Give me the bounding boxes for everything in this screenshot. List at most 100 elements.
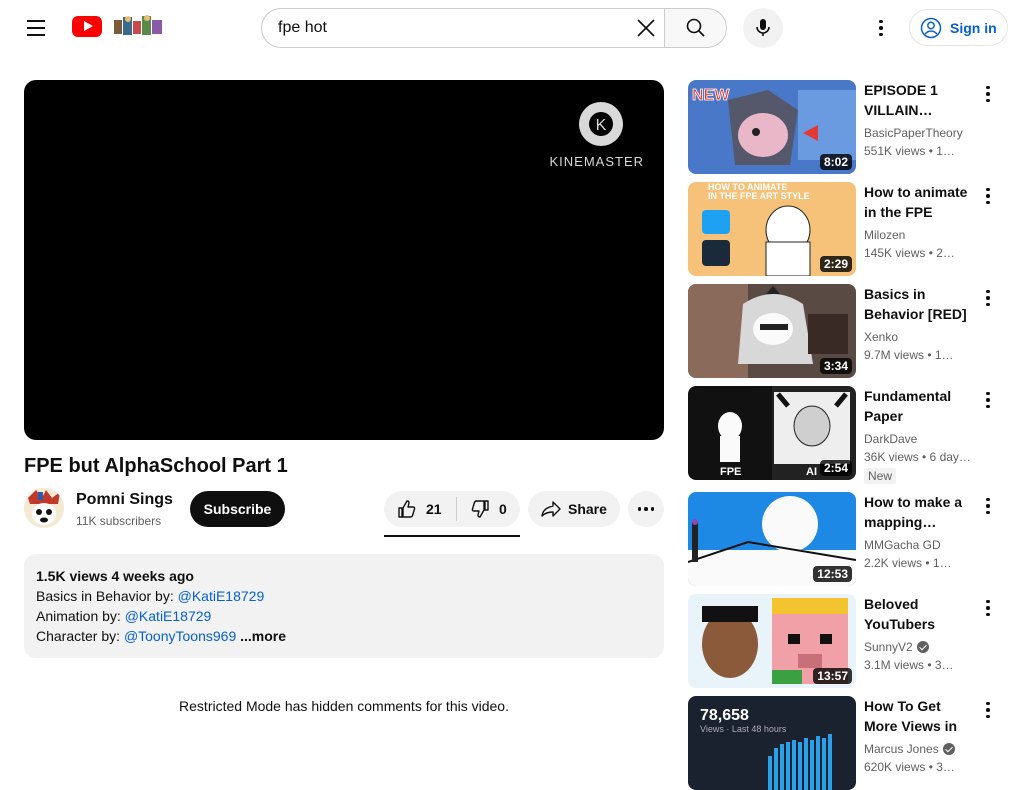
like-dislike-segment: 21 0 [384, 491, 520, 527]
verified-badge-icon [942, 743, 955, 755]
kinemaster-logo-icon: K [579, 102, 623, 146]
related-video[interactable]: 13:57 Beloved YouTubers Who… SunnyV2 3.1… [688, 594, 1000, 688]
microphone-icon [756, 19, 770, 36]
video-menu-button[interactable] [976, 596, 1000, 620]
related-video[interactable]: 12:53 How to make a mapping… MMGacha GD … [688, 492, 1000, 586]
video-thumbnail[interactable]: 12:53 [688, 492, 856, 586]
video-duration: 2:54 [819, 460, 852, 476]
description-text: Character by: [36, 628, 124, 644]
youtube-logo-icon[interactable] [72, 16, 102, 37]
view-count-and-date: 1.5K views 4 weeks ago [36, 568, 194, 584]
mention-link[interactable]: @KatiE18729 [125, 608, 212, 624]
related-channel[interactable]: Xenko [864, 330, 898, 344]
mention-link[interactable]: @KatiE18729 [178, 588, 265, 604]
doodle-logo-icon[interactable] [112, 14, 166, 38]
description-text: Basics in Behavior by: [36, 588, 178, 604]
sign-in-label: Sign in [950, 19, 997, 36]
guide-menu-button[interactable] [20, 12, 52, 44]
related-channel[interactable]: Milozen [864, 228, 905, 242]
related-video[interactable]: FPE AI 2:54 Fundamental Paper Educatio… … [688, 386, 1000, 484]
related-channel[interactable]: DarkDave [864, 432, 917, 446]
video-duration: 12:53 [813, 566, 852, 582]
subscribe-button[interactable]: Subscribe [190, 491, 285, 527]
search-box[interactable] [261, 8, 665, 48]
channel-name[interactable]: Pomni Sings [76, 491, 173, 509]
video-menu-button[interactable] [976, 82, 1000, 106]
thumb-overlay-text: IN THE FPE ART STYLE [708, 191, 810, 201]
like-button[interactable]: 21 [384, 491, 456, 527]
thumb-overlay-text: NEW [692, 87, 730, 104]
related-title: Basics in Behavior [RED] [864, 286, 967, 322]
video-duration: 8:02 [819, 154, 852, 170]
restricted-comments-notice: Restricted Mode has hidden comments for … [179, 698, 509, 714]
related-meta: 551K views • 1… [864, 144, 955, 158]
share-button[interactable]: Share [528, 491, 620, 527]
related-video[interactable]: 78,658 Views · Last 48 hours How To Get … [688, 696, 1000, 790]
related-meta: 9.7M views • 1… [864, 348, 954, 362]
description-line: Basics in Behavior by: @KatiE18729 [36, 586, 652, 606]
share-icon [541, 501, 561, 517]
description-line: Animation by: @KatiE18729 [36, 606, 652, 626]
video-duration: 2:29 [819, 256, 852, 272]
related-title: How to animate in the FPE style… [864, 184, 968, 220]
thumb-overlay-text: 78,658 [700, 707, 749, 724]
video-thumbnail[interactable]: 13:57 [688, 594, 856, 688]
related-title: EPISODE 1 VILLAIN… [864, 82, 938, 118]
video-menu-button[interactable] [976, 184, 1000, 208]
new-badge: New [864, 468, 897, 484]
description-line: Character by: @ToonyToons969 ...more [36, 626, 652, 646]
more-actions-button[interactable] [628, 491, 664, 527]
related-channel[interactable]: MMGacha GD [864, 538, 941, 552]
related-title: Fundamental Paper Educatio… [864, 388, 952, 424]
related-video[interactable]: 3:34 Basics in Behavior [RED] Xenko 9.7M… [688, 284, 1000, 378]
related-title: Beloved YouTubers Who… [864, 596, 936, 632]
description-text: Animation by: [36, 608, 125, 624]
thumb-overlay-text: FPE [720, 466, 741, 478]
search-input[interactable] [278, 19, 618, 37]
thumb-overlay-text: AI [806, 466, 817, 478]
show-more-button[interactable]: ...more [240, 628, 286, 644]
video-thumbnail[interactable]: 3:34 [688, 284, 856, 378]
thumbs-up-icon [398, 500, 416, 518]
dislike-button[interactable]: 0 [457, 491, 507, 527]
like-count: 21 [426, 501, 442, 517]
video-duration: 13:57 [813, 668, 852, 684]
description-box[interactable]: 1.5K views 4 weeks ago Basics in Behavio… [24, 554, 664, 658]
search-button[interactable] [664, 8, 727, 48]
clear-search-icon[interactable] [632, 14, 660, 42]
related-meta: 36K views • 6 day… [864, 450, 971, 464]
sign-in-button[interactable]: Sign in [909, 9, 1008, 46]
related-video[interactable]: NEW 8:02 EPISODE 1 VILLAIN… BasicPaperTh… [688, 80, 1000, 174]
related-meta: 3.1M views • 3… [864, 658, 954, 672]
video-thumbnail[interactable]: NEW 8:02 [688, 80, 856, 174]
video-thumbnail[interactable]: 78,658 Views · Last 48 hours [688, 696, 856, 790]
masthead: Sign in [0, 0, 1024, 56]
related-channel[interactable]: BasicPaperTheory [864, 126, 963, 140]
verified-badge-icon [916, 641, 929, 653]
mention-link[interactable]: @ToonyToons969 [124, 628, 236, 644]
channel-name-text: Marcus Jones [864, 742, 939, 756]
voice-search-button[interactable] [743, 8, 783, 48]
settings-menu-button[interactable] [868, 14, 894, 42]
thumb-overlay-text: Views · Last 48 hours [700, 724, 787, 734]
related-video[interactable]: HOW TO ANIMATE IN THE FPE ART STYLE 2:29… [688, 182, 1000, 276]
video-thumbnail[interactable]: FPE AI 2:54 [688, 386, 856, 480]
related-meta: 2.2K views • 1… [864, 556, 952, 570]
thumbs-down-icon [471, 500, 489, 518]
related-channel[interactable]: Marcus Jones [864, 742, 955, 756]
related-channel[interactable]: SunnyV2 [864, 640, 929, 654]
video-player[interactable]: K KINEMASTER [24, 80, 664, 440]
dislike-count: 0 [499, 501, 507, 517]
related-title: How to make a mapping… [864, 494, 963, 530]
channel-avatar[interactable] [24, 488, 64, 528]
video-title: FPE but AlphaSchool Part 1 [24, 455, 288, 477]
like-underline [384, 535, 520, 537]
video-menu-button[interactable] [976, 388, 1000, 412]
related-meta: 620K views • 3… [864, 760, 955, 774]
channel-name-text: SunnyV2 [864, 640, 913, 654]
video-menu-button[interactable] [976, 698, 1000, 722]
video-thumbnail[interactable]: HOW TO ANIMATE IN THE FPE ART STYLE 2:29 [688, 182, 856, 276]
video-menu-button[interactable] [976, 286, 1000, 310]
account-icon [920, 17, 942, 38]
video-menu-button[interactable] [976, 494, 1000, 518]
